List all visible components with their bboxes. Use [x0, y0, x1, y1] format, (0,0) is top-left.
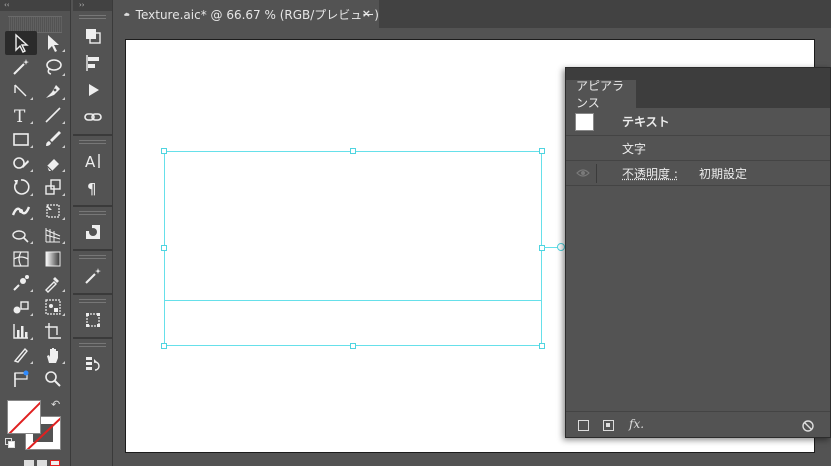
panel2-group-5	[73, 295, 112, 339]
color-mode-icon[interactable]	[24, 460, 34, 466]
actions-play-icon[interactable]	[73, 76, 112, 103]
align-icon[interactable]	[73, 49, 112, 76]
panel2-header[interactable]: ››	[73, 0, 112, 11]
rectangle-tool-icon[interactable]	[5, 127, 37, 151]
appearance-object-row[interactable]: テキスト	[566, 108, 830, 136]
type-tool-icon[interactable]: T	[5, 103, 37, 127]
mesh-tool-icon[interactable]	[5, 247, 37, 271]
appearance-opacity-row[interactable]: 不透明度 : 初期設定	[566, 161, 830, 186]
panel2-group-4	[73, 251, 112, 295]
svg-text:¶: ¶	[87, 180, 97, 198]
panel2-group-1	[73, 11, 112, 136]
hand-tool-icon[interactable]	[37, 343, 69, 367]
text-frame-selection[interactable]	[164, 151, 542, 346]
appearance-panel: アピアランス テキスト 文字 不透明度 : 初期設定 fx.	[565, 67, 831, 438]
document-tab[interactable]: Texture.aic* @ 66.67 % (RGB/プレビュー) ×	[114, 0, 379, 28]
appearance-tab-row: アピアランス	[566, 79, 830, 110]
paintbrush-tool-icon[interactable]	[37, 127, 69, 151]
symbol-sprayer-tool-icon[interactable]	[5, 295, 37, 319]
selection-handle-middle-right[interactable]	[539, 245, 545, 251]
appearance-tab[interactable]: アピアランス	[566, 79, 636, 110]
none-mode-icon[interactable]	[50, 460, 60, 466]
close-tab-icon[interactable]: ×	[362, 7, 371, 20]
perspective-grid-tool-icon[interactable]	[37, 223, 69, 247]
transparency-icon[interactable]	[73, 218, 112, 245]
eraser-tool-icon[interactable]	[37, 151, 69, 175]
color-mode-buttons	[24, 460, 60, 466]
tool-grid: T	[5, 31, 69, 391]
gradient-mode-icon[interactable]	[37, 460, 47, 466]
lasso-tool-icon[interactable]	[37, 55, 69, 79]
illustrator-window: ‹‹ T ↶ ›› A ¶ Texture.aic* @ 66.67 % (RG…	[0, 0, 831, 466]
direct-selection-tool-icon[interactable]	[37, 31, 69, 55]
selection-handle-bottom-right[interactable]	[539, 343, 545, 349]
selection-handle-bottom-center[interactable]	[350, 343, 356, 349]
selection-handle-top-center[interactable]	[350, 148, 356, 154]
document-tab-title: Texture.aic* @ 66.67 % (RGB/プレビュー)	[135, 7, 379, 22]
selection-handle-top-right[interactable]	[539, 148, 545, 154]
fill-stroke-widget: ↶	[5, 398, 65, 453]
artboard-tool-icon[interactable]	[37, 319, 69, 343]
text-baseline	[165, 300, 541, 301]
collapse-icon[interactable]: ‹‹	[4, 1, 10, 9]
shape-builder-tool-icon[interactable]	[5, 223, 37, 247]
pathfinder-icon[interactable]	[73, 22, 112, 49]
line-segment-tool-icon[interactable]	[37, 103, 69, 127]
selection-handle-top-left[interactable]	[161, 148, 167, 154]
blend-tool-icon[interactable]	[5, 271, 37, 295]
docked-panel-icons: ›› A ¶	[73, 0, 113, 466]
expand-icon[interactable]: ››	[79, 1, 85, 9]
document-tab-bar: Texture.aic* @ 66.67 % (RGB/プレビュー) ×	[114, 0, 831, 28]
text-thread-handle[interactable]	[557, 243, 565, 251]
object-thumbnail	[575, 113, 594, 131]
panel2-group-3	[73, 207, 112, 251]
column-graph-tool-icon[interactable]	[5, 319, 37, 343]
curvature-tool-icon[interactable]	[37, 79, 69, 103]
row-separator	[596, 164, 597, 183]
selection-handle-middle-left[interactable]	[161, 245, 167, 251]
selection-handle-bottom-left[interactable]	[161, 343, 167, 349]
opacity-value: 初期設定	[699, 166, 748, 181]
magic-wand-tool-icon[interactable]	[5, 55, 37, 79]
zoom-tool-icon[interactable]	[37, 367, 69, 391]
scale-tool-icon[interactable]	[37, 175, 69, 199]
symbol-tool-icon[interactable]	[37, 295, 69, 319]
panel2-group-2: A ¶	[73, 136, 112, 207]
fill-swatch[interactable]	[7, 400, 41, 434]
puppet-warp-tool-icon[interactable]	[5, 367, 37, 391]
paragraph-icon[interactable]: ¶	[73, 174, 112, 201]
add-new-fill-icon[interactable]	[603, 420, 614, 431]
links-icon[interactable]	[73, 103, 112, 130]
cloud-document-icon	[124, 12, 130, 16]
pen-tool-icon[interactable]	[5, 79, 37, 103]
object-type-label: テキスト	[622, 115, 670, 129]
add-new-effect-icon[interactable]: fx.	[629, 417, 644, 431]
swap-fill-stroke-icon[interactable]: ↶	[51, 398, 60, 411]
tools-panel: ‹‹ T ↶	[0, 0, 71, 466]
svg-text:T: T	[14, 107, 26, 125]
opacity-link[interactable]: 不透明度 :	[622, 165, 678, 182]
clear-appearance-icon[interactable]	[802, 420, 814, 432]
history-icon[interactable]	[73, 350, 112, 377]
visibility-eye-icon[interactable]	[576, 167, 590, 179]
svg-text:A: A	[85, 153, 96, 171]
add-new-stroke-icon[interactable]	[578, 420, 589, 431]
gradient-tool-icon[interactable]	[37, 247, 69, 271]
width-tool-icon[interactable]	[5, 199, 37, 223]
panel2-group-6	[73, 339, 112, 381]
magic-wand-panel-icon[interactable]	[73, 262, 112, 289]
appearance-bottom-bar: fx.	[566, 411, 830, 437]
transform-icon[interactable]	[73, 306, 112, 333]
shaper-tool-icon[interactable]	[5, 151, 37, 175]
slice-tool-icon[interactable]	[5, 343, 37, 367]
tools-panel-header[interactable]: ‹‹	[0, 0, 70, 11]
character-icon[interactable]: A	[73, 147, 112, 174]
selection-tool-icon[interactable]	[5, 31, 37, 55]
characters-label: 文字	[622, 141, 647, 156]
rotate-tool-icon[interactable]	[5, 175, 37, 199]
appearance-characters-row[interactable]: 文字	[566, 136, 830, 161]
free-transform-tool-icon[interactable]	[37, 199, 69, 223]
eyedropper-tool-icon[interactable]	[37, 271, 69, 295]
default-fill-stroke-icon[interactable]	[5, 438, 17, 450]
